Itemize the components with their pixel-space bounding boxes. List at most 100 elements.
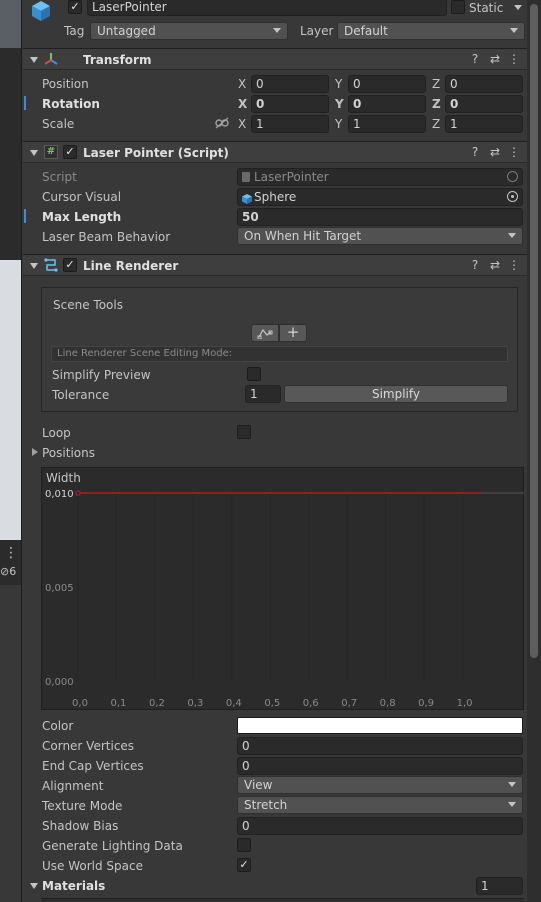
layer-label: Layer	[300, 24, 334, 38]
scale-y-label[interactable]: Y	[335, 116, 342, 132]
alignment-label: Alignment	[42, 779, 104, 793]
curve-x-tick-label: 0,2	[149, 698, 165, 709]
rotation-x-label[interactable]: X	[238, 96, 247, 112]
create-points-button[interactable]: +	[279, 324, 307, 342]
laser-beam-behavior-value: On When Hit Target	[244, 229, 362, 243]
end-cap-vertices-field[interactable]: 0	[237, 757, 523, 775]
generate-lighting-toggle[interactable]	[237, 838, 251, 852]
curve-x-tick-label: 0,9	[418, 698, 434, 709]
chevron-down-icon	[273, 28, 281, 33]
scene-view-strip: ⋮ ⊘6	[0, 0, 22, 902]
use-world-space-label: Use World Space	[42, 859, 144, 873]
layer-dropdown[interactable]: Default	[337, 22, 525, 40]
positions-label[interactable]: Positions	[42, 445, 95, 461]
position-y-label[interactable]: Y	[335, 76, 342, 92]
presets-icon[interactable]: ⇄	[488, 258, 502, 272]
help-icon[interactable]: ?	[468, 52, 482, 66]
help-icon[interactable]: ?	[468, 145, 482, 159]
simplify-preview-toggle[interactable]	[247, 367, 261, 381]
edit-points-button[interactable]	[251, 324, 279, 342]
active-toggle[interactable]: ✓	[68, 0, 82, 14]
rotation-z-field[interactable]: 0	[445, 95, 523, 113]
script-field: LaserPointer	[237, 168, 523, 186]
more-icon[interactable]: ⋮	[4, 545, 18, 561]
presets-icon[interactable]: ⇄	[488, 145, 502, 159]
static-dropdown-icon[interactable]	[514, 5, 522, 10]
script-label: Script	[42, 170, 77, 184]
component-menu-icon[interactable]: ⋮	[507, 258, 521, 272]
curve-keyframe	[75, 490, 81, 496]
materials-label[interactable]: Materials	[42, 878, 105, 894]
position-x-field[interactable]: 0	[251, 75, 329, 93]
line-renderer-header[interactable]: ✓ Line Renderer ? ⇄ ⋮	[23, 254, 527, 276]
help-icon[interactable]: ?	[468, 258, 482, 272]
corner-vertices-field[interactable]: 0	[237, 737, 523, 755]
rotation-y-field[interactable]: 0	[348, 95, 426, 113]
curve-x-tick-label: 0,5	[264, 698, 280, 709]
color-swatch[interactable]	[237, 717, 523, 734]
line-renderer-title: Line Renderer	[83, 259, 179, 273]
foldout-arrow-icon[interactable]	[30, 57, 38, 63]
simplify-button[interactable]: Simplify	[284, 385, 508, 403]
cursor-visual-value: Sphere	[254, 190, 297, 204]
scale-x-label[interactable]: X	[238, 116, 246, 132]
tag-dropdown[interactable]: Untagged	[90, 22, 288, 40]
rotation-x-field[interactable]: 0	[251, 95, 329, 113]
eye-off-icon: ⊘	[0, 565, 10, 578]
loop-toggle[interactable]	[237, 425, 251, 439]
foldout-arrow-icon[interactable]	[30, 150, 38, 156]
width-curve-panel[interactable]: Width 0,0 0,1 0,2 0,3 0,4 0,5 0,6 0,7 0,8 0,9 1,0 0…	[41, 467, 524, 710]
presets-icon[interactable]: ⇄	[488, 52, 502, 66]
scale-y-field[interactable]: 1	[348, 115, 426, 133]
curve-x-tick-label: 0,6	[303, 698, 319, 709]
scrollbar-thumb[interactable]	[530, 4, 538, 658]
texture-mode-dropdown[interactable]: Stretch	[237, 796, 523, 814]
scale-x-field[interactable]: 1	[251, 115, 329, 133]
alignment-dropdown[interactable]: View	[237, 776, 523, 794]
constrain-proportions-icon[interactable]	[215, 117, 229, 129]
line-renderer-enabled-toggle[interactable]: ✓	[63, 258, 77, 272]
tolerance-label: Tolerance	[52, 388, 110, 402]
curve-x-tick-label: 0,8	[380, 698, 396, 709]
width-curve-chart[interactable]: 0,0 0,1 0,2 0,3 0,4 0,5 0,6 0,7 0,8 0,9 1,0 0,010 0,…	[42, 468, 525, 711]
use-world-space-toggle[interactable]: ✓	[237, 858, 251, 872]
tolerance-field[interactable]: 1	[245, 385, 281, 403]
max-length-field[interactable]: 50	[237, 208, 523, 226]
scale-label: Scale	[42, 117, 75, 131]
curve-x-tick-label: 0,7	[341, 698, 357, 709]
position-z-label[interactable]: Z	[432, 76, 440, 92]
scale-z-field[interactable]: 1	[445, 115, 523, 133]
loop-label: Loop	[42, 426, 71, 440]
cursor-visual-field[interactable]: Sphere	[237, 188, 523, 206]
tag-label: Tag	[64, 24, 85, 38]
scale-z-label[interactable]: Z	[432, 116, 440, 132]
foldout-arrow-icon[interactable]	[30, 263, 38, 269]
laser-pointer-enabled-toggle[interactable]: ✓	[63, 145, 77, 159]
gameobject-icon	[30, 0, 52, 22]
component-menu-icon[interactable]: ⋮	[507, 52, 521, 66]
object-picker-icon[interactable]	[507, 191, 518, 202]
position-x-label[interactable]: X	[238, 76, 246, 92]
static-toggle[interactable]	[451, 0, 465, 14]
rotation-z-label[interactable]: Z	[432, 96, 441, 112]
laser-beam-behavior-label: Laser Beam Behavior	[42, 230, 171, 244]
transform-header[interactable]: Transform ? ⇄ ⋮	[23, 48, 527, 70]
tag-value: Untagged	[97, 24, 156, 38]
position-y-field[interactable]: 0	[348, 75, 426, 93]
inspector-scrollbar[interactable]	[527, 0, 541, 902]
gameobject-name-field[interactable]: LaserPointer	[87, 0, 447, 16]
texture-mode-value: Stretch	[244, 798, 288, 812]
position-z-field[interactable]: 0	[445, 75, 523, 93]
laser-beam-behavior-dropdown[interactable]: On When Hit Target	[237, 227, 523, 245]
rotation-y-label[interactable]: Y	[335, 96, 344, 112]
laser-pointer-header[interactable]: # ✓ Laser Pointer (Script) ? ⇄ ⋮	[23, 141, 527, 163]
static-label: Static	[469, 1, 504, 15]
component-menu-icon[interactable]: ⋮	[507, 145, 521, 159]
end-cap-vertices-label: End Cap Vertices	[42, 759, 144, 773]
edit-mode-info: Line Renderer Scene Editing Mode:	[51, 346, 508, 362]
modified-indicator	[24, 96, 26, 110]
materials-foldout-icon[interactable]	[30, 883, 38, 889]
materials-count-field[interactable]: 1	[476, 877, 523, 895]
positions-foldout-icon[interactable]	[32, 448, 38, 456]
shadow-bias-field[interactable]: 0	[237, 817, 523, 835]
